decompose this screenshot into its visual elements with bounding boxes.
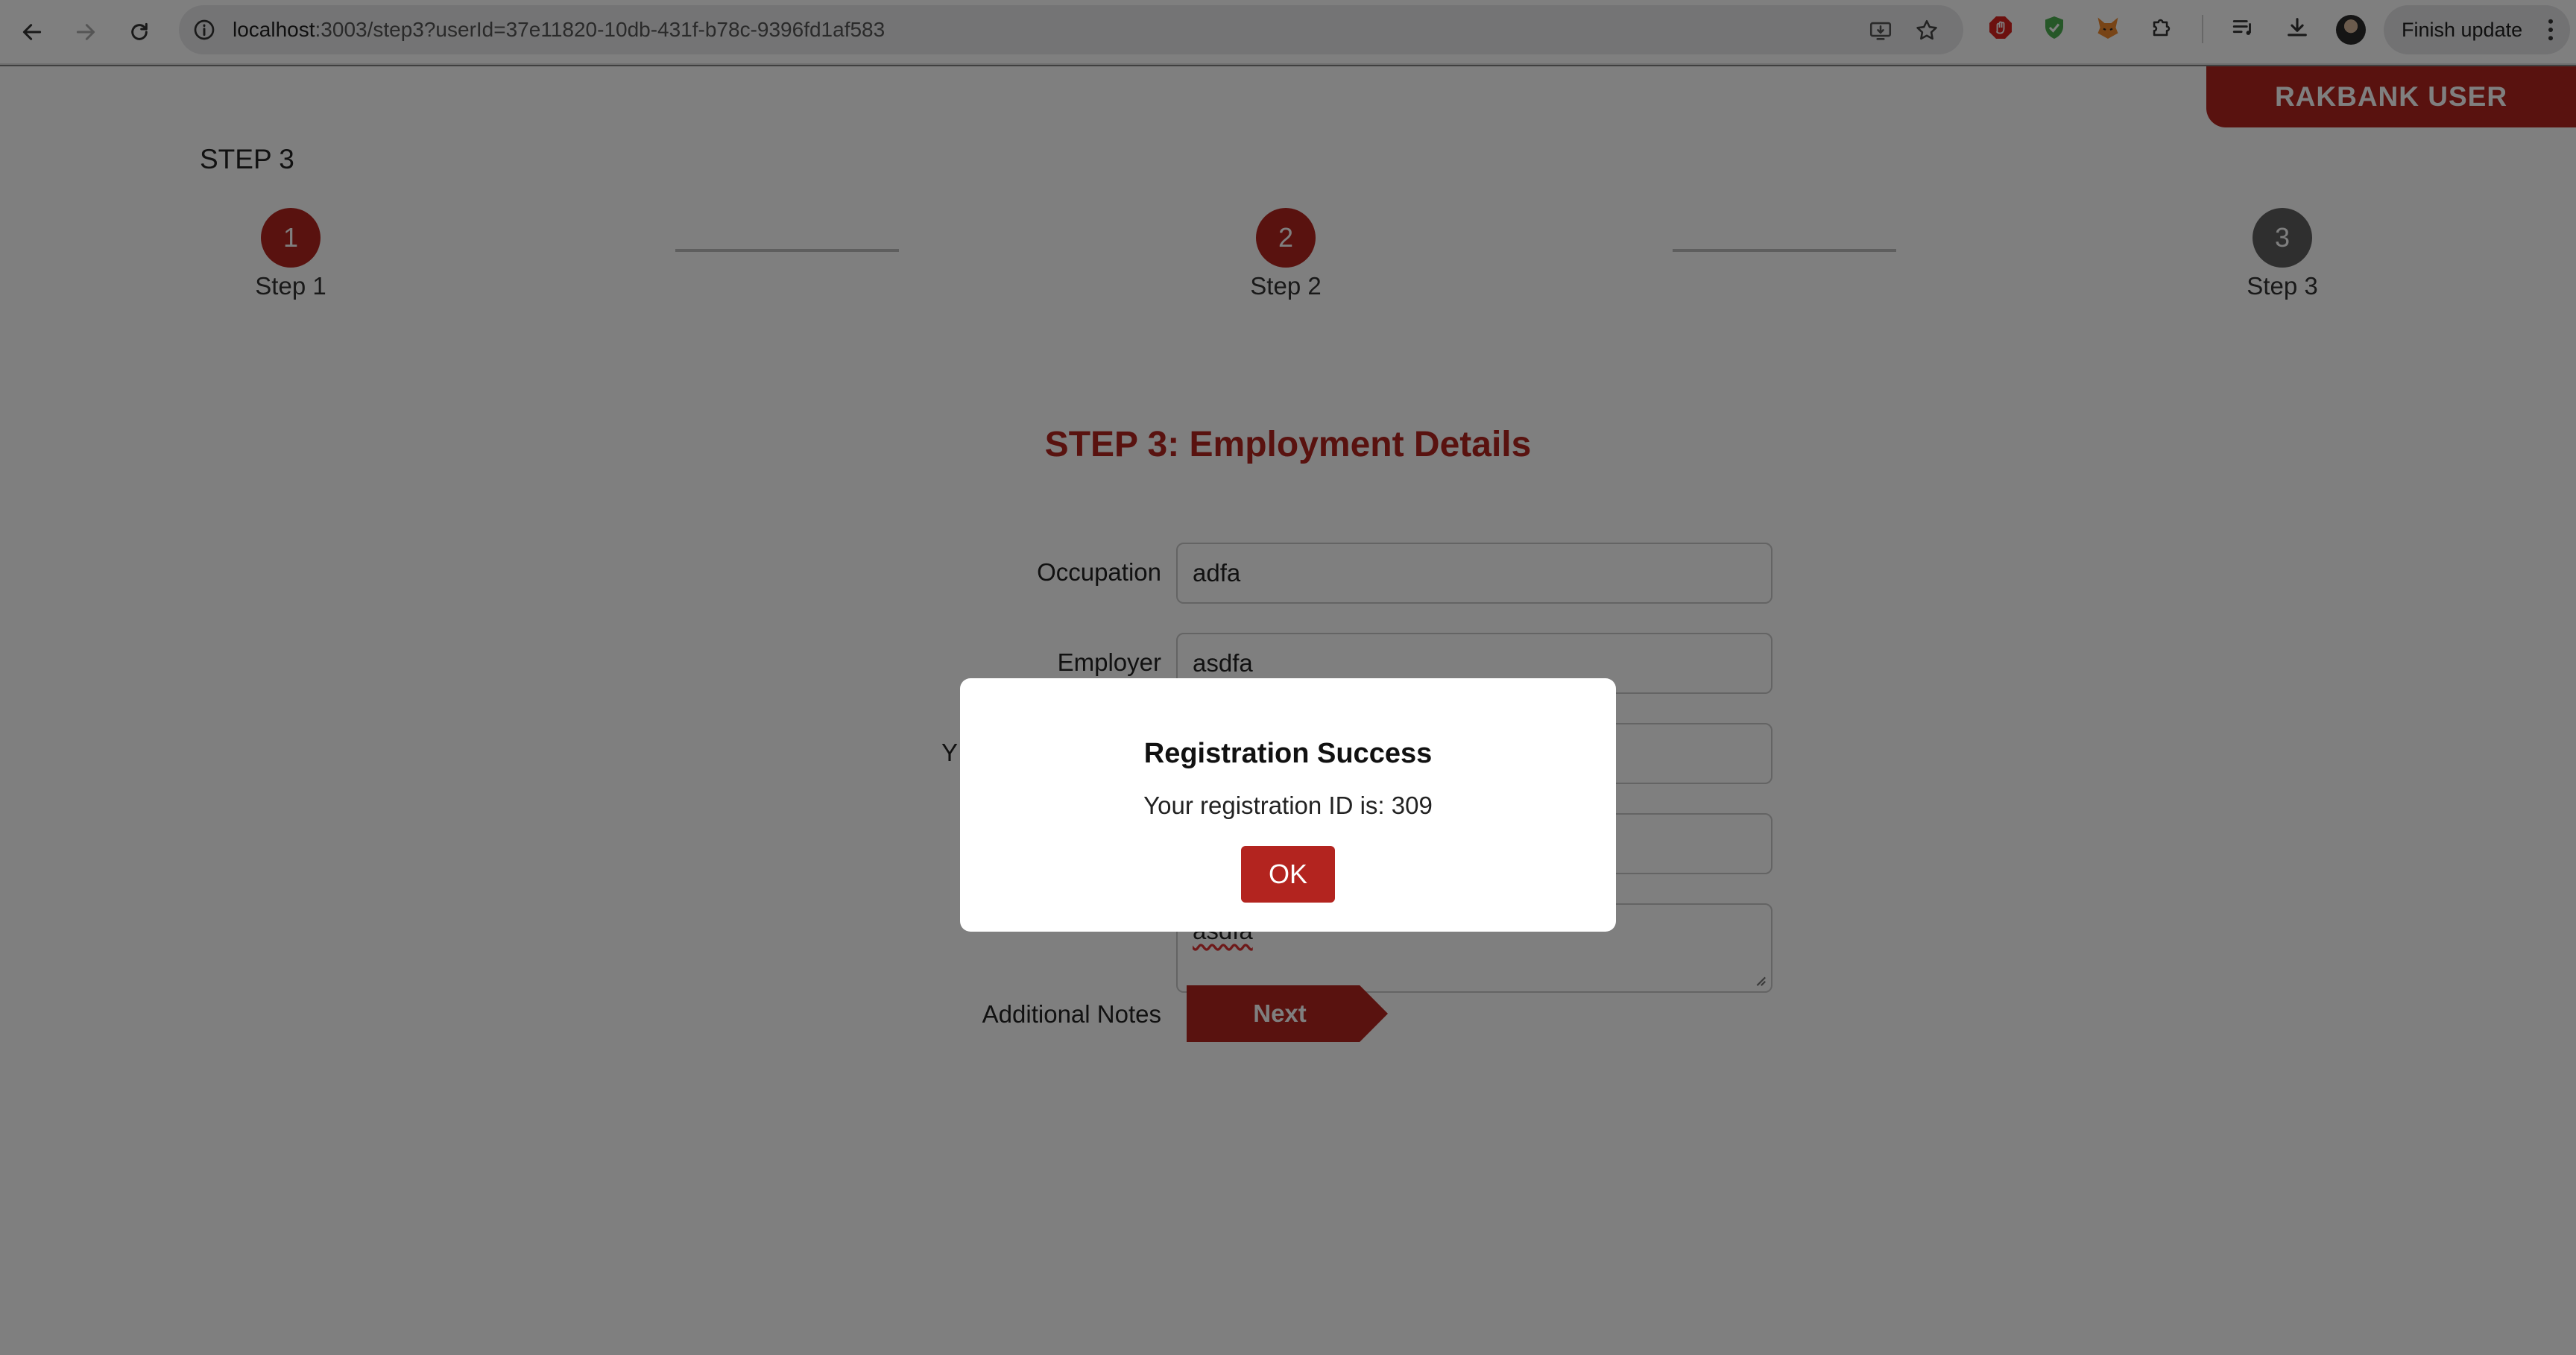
dialog-message: Your registration ID is: 309 xyxy=(1143,792,1433,819)
dialog-title: Registration Success xyxy=(1143,738,1433,769)
modal-backdrop[interactable] xyxy=(0,0,2576,1355)
registration-success-dialog: Registration Success Your registration I… xyxy=(960,678,1616,932)
ok-button[interactable]: OK xyxy=(1241,846,1335,903)
